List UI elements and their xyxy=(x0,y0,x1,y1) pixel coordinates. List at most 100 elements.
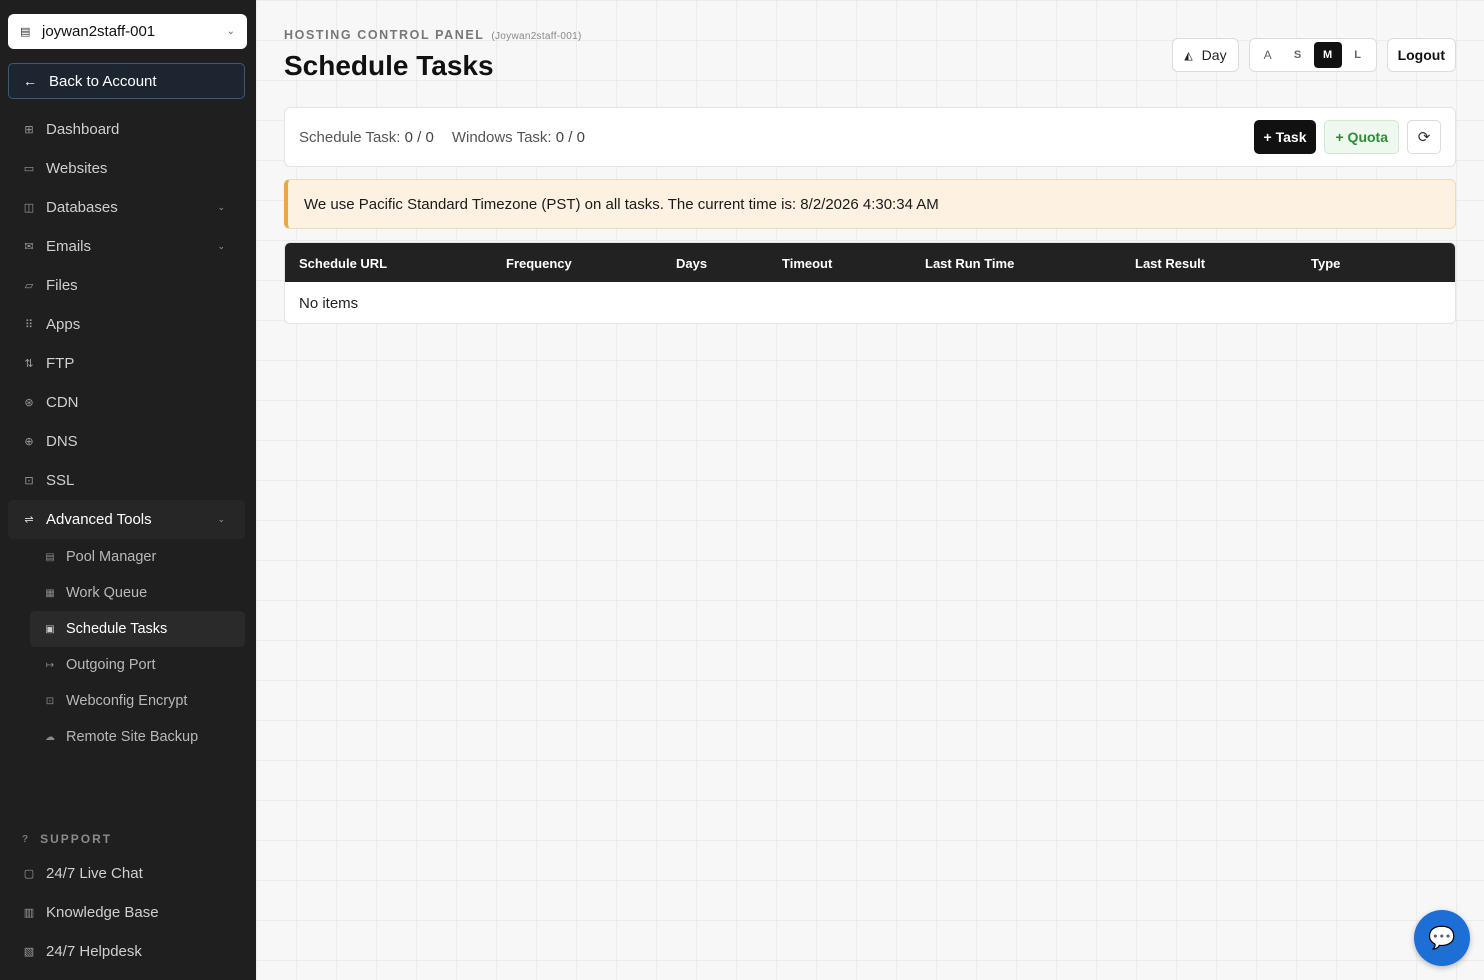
sidebar-item-knowledge-base[interactable]: ▥ Knowledge Base xyxy=(8,893,245,932)
panel-label-text: HOSTING CONTROL PANEL xyxy=(284,28,485,42)
sidebar-subitem-webconfig-encrypt[interactable]: ⊡ Webconfig Encrypt xyxy=(30,683,245,719)
port-icon: ↦ xyxy=(45,659,55,671)
schedule-task-stat: Schedule Task: 0 / 0 xyxy=(299,129,434,146)
sidebar-item-advanced-tools[interactable]: ⇌ Advanced Tools ⌄ xyxy=(8,500,245,539)
sidebar: ▤ joywan2staff-001 ⌄ ← Back to Account ⊞… xyxy=(0,0,256,980)
table-header: Schedule URL Frequency Days Timeout Last… xyxy=(285,243,1455,282)
sidebar-item-label: Advanced Tools xyxy=(46,511,152,528)
sidebar-item-dns[interactable]: ⊕ DNS xyxy=(8,422,245,461)
server-icon: ▤ xyxy=(45,551,55,563)
chevron-down-icon: ⌄ xyxy=(226,26,235,37)
column-header[interactable]: Schedule URL xyxy=(299,256,387,271)
stats-card: Schedule Task: 0 / 0 Windows Task: 0 / 0… xyxy=(284,107,1456,167)
size-s-button[interactable]: S xyxy=(1284,42,1312,68)
sidebar-item-label: Emails xyxy=(46,238,92,255)
sidebar-item-label: CDN xyxy=(46,394,79,411)
ftp-icon: ⇅ xyxy=(24,358,34,370)
lock-icon: ⊡ xyxy=(45,695,55,707)
globe-icon: ⊕ xyxy=(24,436,34,448)
browser-icon: ▭ xyxy=(23,163,35,175)
add-task-button[interactable]: + Task xyxy=(1253,120,1317,154)
logout-button[interactable]: Logout xyxy=(1386,38,1456,72)
arrow-left-icon: ← xyxy=(23,73,37,89)
add-quota-button[interactable]: + Quota xyxy=(1324,120,1399,154)
sidebar-item-ssl[interactable]: ⊡ SSL xyxy=(8,461,245,500)
sidebar-subitem-schedule-tasks[interactable]: ▣ Schedule Tasks xyxy=(30,611,245,647)
column-header[interactable]: Timeout xyxy=(782,256,832,271)
column-header[interactable]: Days xyxy=(676,256,707,271)
top-controls: ◭ Day A S M L Logout xyxy=(1172,38,1456,72)
sidebar-subitem-work-queue[interactable]: ▦ Work Queue xyxy=(30,575,245,611)
sidebar-item-label: FTP xyxy=(46,355,75,372)
lock-icon: ⊡ xyxy=(24,475,34,487)
theme-day-button[interactable]: ◭ Day xyxy=(1172,38,1239,72)
refresh-icon: ⟳ xyxy=(1417,129,1431,146)
sidebar-subitem-label: Pool Manager xyxy=(66,549,157,565)
sidebar-item-label: Knowledge Base xyxy=(46,904,159,921)
sidebar-subitem-outgoing-port[interactable]: ↦ Outgoing Port xyxy=(30,647,245,683)
sliders-icon: ⇌ xyxy=(24,514,34,526)
sidebar-item-cdn[interactable]: ⊛ CDN xyxy=(8,383,245,422)
size-l-button[interactable]: L xyxy=(1344,42,1372,68)
sidebar-subitem-remote-site-backup[interactable]: ☁ Remote Site Backup xyxy=(30,719,245,755)
live-chat-launcher[interactable]: 💬 xyxy=(1414,910,1470,966)
grid-icon: ⊞ xyxy=(24,124,34,136)
size-m-button[interactable]: M xyxy=(1313,42,1342,68)
column-header[interactable]: Last Run Time xyxy=(925,256,1014,271)
back-to-account-button[interactable]: ← Back to Account xyxy=(8,63,245,99)
sidebar-subitem-label: Schedule Tasks xyxy=(66,621,168,637)
sidebar-item-dashboard[interactable]: ⊞ Dashboard xyxy=(8,110,245,149)
sidebar-nav: ⊞ Dashboard ▭ Websites ◫ Databases ⌄ ✉ E… xyxy=(8,110,245,755)
chat-icon: ▢ xyxy=(23,868,35,880)
ticket-icon: ▧ xyxy=(23,946,35,958)
support-nav: ▢ 24/7 Live Chat ▥ Knowledge Base ▧ 24/7… xyxy=(8,854,245,971)
support-heading: ? SUPPORT xyxy=(22,832,112,846)
book-icon: ▥ xyxy=(23,907,35,919)
font-size-group: A S M L xyxy=(1248,38,1377,72)
cdn-icon: ⊛ xyxy=(24,397,34,409)
chevron-down-icon: ⌄ xyxy=(217,241,225,251)
sidebar-item-websites[interactable]: ▭ Websites xyxy=(8,149,245,188)
windows-task-label: Windows Task: xyxy=(451,128,552,146)
account-selector[interactable]: ▤ joywan2staff-001 ⌄ xyxy=(8,14,247,49)
back-label: Back to Account xyxy=(49,72,157,90)
sidebar-item-apps[interactable]: ⠿ Apps xyxy=(8,305,245,344)
sidebar-item-emails[interactable]: ✉ Emails ⌄ xyxy=(8,227,245,266)
folder-icon: ▱ xyxy=(24,280,34,292)
queue-icon: ▦ xyxy=(45,587,55,599)
sidebar-item-label: Files xyxy=(46,277,78,294)
sidebar-subitem-label: Webconfig Encrypt xyxy=(66,693,188,709)
sidebar-subitem-label: Remote Site Backup xyxy=(66,729,199,745)
sidebar-item-label: Apps xyxy=(46,316,81,333)
main-content: HOSTING CONTROL PANEL (Joywan2staff-001)… xyxy=(256,0,1484,980)
account-name: joywan2staff-001 xyxy=(42,23,156,40)
sidebar-item-helpdesk[interactable]: ▧ 24/7 Helpdesk xyxy=(8,932,245,971)
sidebar-item-files[interactable]: ▱ Files xyxy=(8,266,245,305)
schedule-task-label: Schedule Task: xyxy=(299,128,401,146)
sidebar-subitem-pool-manager[interactable]: ▤ Pool Manager xyxy=(30,539,245,575)
panel-label: HOSTING CONTROL PANEL (Joywan2staff-001) xyxy=(284,28,582,42)
cloud-icon: ☁ xyxy=(45,731,55,743)
column-header[interactable]: Last Result xyxy=(1135,256,1205,271)
sidebar-item-label: SSL xyxy=(46,472,75,489)
sidebar-subitem-label: Outgoing Port xyxy=(66,657,156,673)
advanced-tools-submenu: ▤ Pool Manager ▦ Work Queue ▣ Schedule T… xyxy=(8,539,245,755)
sidebar-item-label: 24/7 Live Chat xyxy=(46,865,143,882)
refresh-button[interactable]: ⟳ xyxy=(1407,120,1441,154)
help-icon: ? xyxy=(22,833,31,845)
column-header[interactable]: Type xyxy=(1311,256,1340,271)
sidebar-item-databases[interactable]: ◫ Databases ⌄ xyxy=(8,188,245,227)
sidebar-item-ftp[interactable]: ⇅ FTP xyxy=(8,344,245,383)
sidebar-item-label: DNS xyxy=(46,433,78,450)
sun-icon: ◭ xyxy=(1184,49,1193,62)
calendar-icon: ▣ xyxy=(45,623,55,635)
sidebar-item-label: 24/7 Helpdesk xyxy=(46,943,142,960)
support-title-label: SUPPORT xyxy=(40,832,113,846)
theme-day-label: Day xyxy=(1201,47,1227,63)
sidebar-item-label: Dashboard xyxy=(46,121,120,138)
sidebar-item-label: Databases xyxy=(46,199,118,216)
sidebar-item-live-chat[interactable]: ▢ 24/7 Live Chat xyxy=(8,854,245,893)
sidebar-subitem-label: Work Queue xyxy=(66,585,148,601)
column-header[interactable]: Frequency xyxy=(506,256,572,271)
chat-icon: 💬 xyxy=(1428,925,1456,950)
